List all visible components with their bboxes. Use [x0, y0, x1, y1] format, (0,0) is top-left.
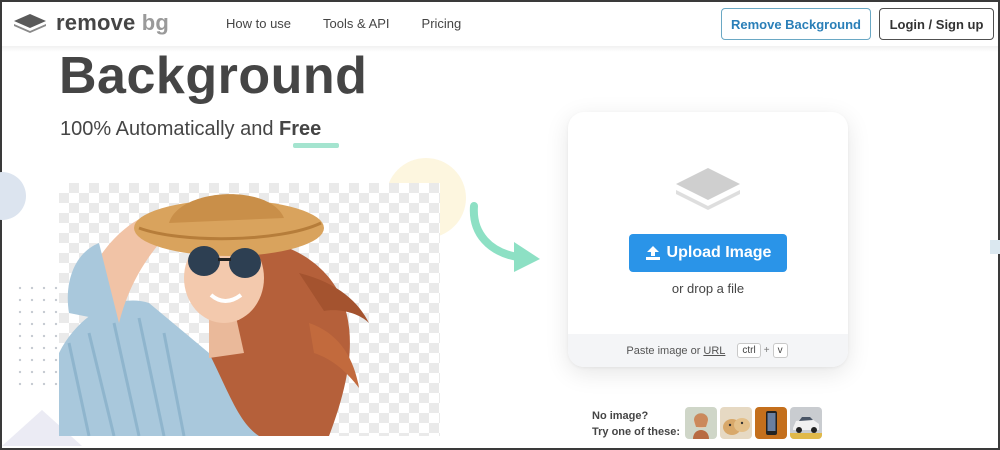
free-emphasis: Free [279, 118, 322, 140]
top-navbar: remove bg How to use Tools & API Pricing… [2, 2, 998, 46]
decorative-dot-grid [14, 282, 64, 392]
drop-file-text: or drop a file [671, 281, 745, 296]
decorative-circle [0, 172, 26, 220]
transparent-background-preview [59, 183, 440, 436]
sample-image-phone[interactable] [755, 407, 787, 439]
main-nav: How to use Tools & API Pricing [226, 16, 493, 31]
sample-images-label: No image? Try one of these: [592, 410, 681, 438]
remove-background-button[interactable]: Remove Background [721, 8, 871, 40]
nav-pricing[interactable]: Pricing [422, 16, 462, 31]
login-signup-button[interactable]: Login / Sign up [879, 8, 994, 40]
nav-how-to-use[interactable]: How to use [226, 16, 291, 31]
sample-image-dogs[interactable] [720, 407, 752, 439]
upload-icon [645, 246, 660, 260]
hero-title: Background [59, 47, 368, 105]
v-key: v [772, 343, 788, 358]
image-stack-icon [676, 168, 740, 210]
paste-text: Paste image or [626, 344, 701, 357]
upload-card[interactable]: Upload Image or drop a file Paste image … [568, 112, 848, 367]
upload-image-button[interactable]: Upload Image [629, 234, 787, 272]
ctrl-key: ctrl [737, 343, 761, 358]
curved-arrow-icon [469, 202, 540, 272]
nav-tools-api[interactable]: Tools & API [323, 16, 389, 31]
decorative-shape [990, 240, 1000, 254]
hero-subtitle: 100% Automatically and Free [60, 118, 322, 140]
woman-in-hat-photo [59, 194, 369, 436]
removebg-logo[interactable]: remove bg [12, 10, 169, 36]
paste-bar: Paste image or URL ctrl + v [568, 334, 848, 367]
sample-image-woman[interactable] [685, 407, 717, 439]
sample-image-car[interactable] [790, 407, 822, 439]
url-link[interactable]: URL [703, 345, 725, 357]
free-underline [293, 143, 339, 148]
key-plus: + [763, 345, 770, 356]
upload-button-label: Upload Image [666, 244, 772, 261]
logo-text: remove bg [56, 10, 170, 35]
logo-stack-icon [14, 14, 46, 33]
